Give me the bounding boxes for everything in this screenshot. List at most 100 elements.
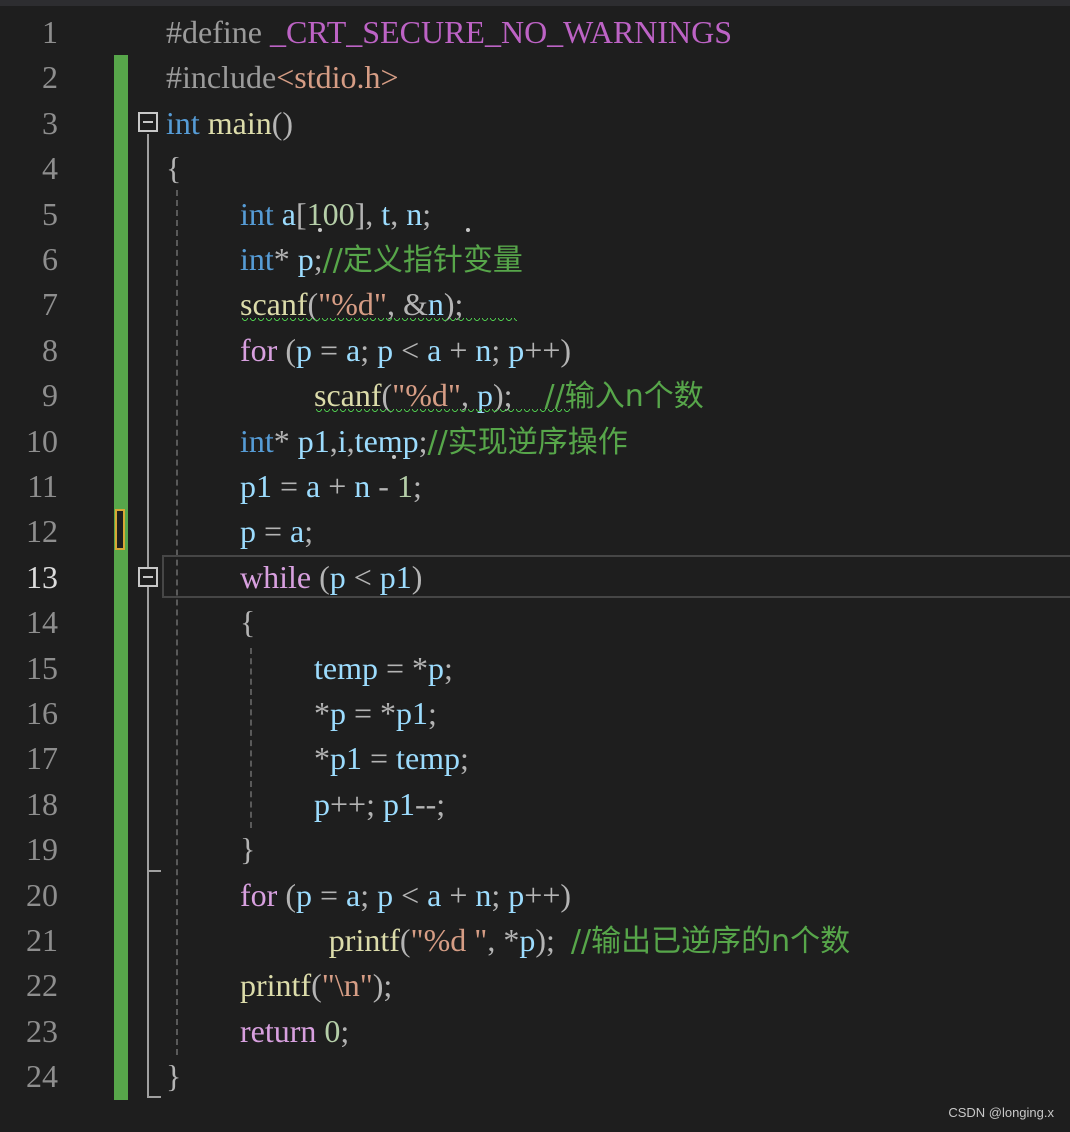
code-token: a bbox=[306, 468, 321, 504]
code-token: printf bbox=[240, 967, 312, 1004]
code-token: 100 bbox=[306, 195, 355, 232]
code-token: ++) bbox=[524, 331, 572, 368]
collapse-main-icon[interactable] bbox=[138, 112, 158, 132]
code-token: < bbox=[345, 558, 380, 595]
code-token: ); bbox=[372, 967, 393, 1004]
code-line[interactable]: { bbox=[240, 600, 255, 645]
code-token: while bbox=[240, 558, 312, 595]
code-token: _CRT_SECURE_NO_WARNINGS bbox=[269, 14, 733, 50]
code-token: ++) bbox=[524, 876, 572, 913]
code-token: ++; bbox=[330, 785, 383, 822]
code-token: p bbox=[330, 695, 346, 731]
code-line[interactable]: p++; p1--; bbox=[314, 782, 445, 827]
code-line[interactable]: #include<stdio.h> bbox=[166, 55, 399, 100]
code-token: p bbox=[240, 513, 256, 550]
code-token: p bbox=[377, 876, 394, 913]
line-number: 24 bbox=[26, 1058, 58, 1095]
code-token: p1 bbox=[379, 558, 412, 595]
code-token: a bbox=[427, 331, 442, 368]
code-token: scanf bbox=[240, 286, 308, 323]
code-token: * bbox=[273, 241, 298, 277]
code-token: * bbox=[273, 422, 298, 459]
code-token: + bbox=[320, 468, 355, 504]
code-line[interactable]: p = a; bbox=[240, 509, 313, 554]
code-token: ) bbox=[411, 558, 423, 595]
code-token: p bbox=[295, 876, 312, 913]
code-line[interactable]: *p = *p1; bbox=[314, 691, 437, 736]
code-token: { bbox=[166, 150, 182, 187]
line-number: 11 bbox=[27, 468, 58, 504]
code-line[interactable]: printf("%d ", *p); //输出已逆序的n个数 bbox=[329, 918, 850, 964]
code-token: , bbox=[460, 377, 477, 414]
code-token: = bbox=[362, 740, 397, 777]
code-token: p bbox=[476, 377, 493, 414]
code-token: ); bbox=[443, 286, 464, 323]
line-number: 21 bbox=[26, 922, 58, 958]
code-token: p bbox=[295, 331, 312, 368]
code-token: a bbox=[346, 331, 361, 368]
code-token: ; bbox=[491, 331, 509, 368]
code-line[interactable]: } bbox=[240, 827, 255, 872]
line-number: 6 bbox=[42, 241, 58, 277]
code-token: for bbox=[240, 876, 278, 913]
code-token: a bbox=[346, 876, 361, 913]
line-number: 7 bbox=[42, 286, 58, 323]
code-token: ; bbox=[412, 468, 422, 504]
unused-variable-dot bbox=[318, 228, 322, 232]
code-token: ; bbox=[418, 422, 428, 459]
code-token: int bbox=[240, 422, 274, 459]
code-token: ; bbox=[304, 513, 314, 550]
code-token: ; bbox=[340, 1012, 350, 1049]
code-token: ; bbox=[444, 649, 453, 686]
code-token: } bbox=[240, 831, 256, 868]
line-number: 10 bbox=[26, 422, 58, 459]
code-token: --; bbox=[414, 785, 446, 822]
code-token: p bbox=[508, 331, 525, 368]
code-line[interactable]: int main() bbox=[166, 101, 293, 146]
indent-guide bbox=[176, 190, 178, 1055]
code-line[interactable]: { bbox=[166, 146, 181, 191]
code-token: p1 bbox=[382, 785, 415, 822]
code-token: + bbox=[441, 331, 476, 368]
code-line[interactable]: p1 = a + n - 1; bbox=[240, 464, 422, 509]
code-line[interactable]: printf("\n"); bbox=[240, 963, 392, 1008]
code-line[interactable]: } bbox=[166, 1054, 181, 1099]
code-token: ( bbox=[381, 377, 393, 414]
code-token: p bbox=[428, 649, 445, 686]
line-number: 12 bbox=[26, 513, 58, 550]
code-token: p bbox=[519, 922, 536, 958]
code-token: < bbox=[393, 876, 428, 913]
code-token: for bbox=[240, 331, 278, 368]
code-token: int bbox=[166, 104, 200, 141]
code-token: "%d" bbox=[318, 286, 387, 323]
code-line[interactable]: for (p = a; p < a + n; p++) bbox=[240, 328, 571, 373]
code-token: n bbox=[427, 286, 444, 323]
code-token: ], bbox=[354, 195, 382, 232]
code-line[interactable]: #define _CRT_SECURE_NO_WARNINGS bbox=[166, 10, 732, 55]
code-token: main bbox=[207, 104, 272, 141]
code-line[interactable]: *p1 = temp; bbox=[314, 736, 469, 781]
code-token: < bbox=[393, 331, 428, 368]
code-line[interactable]: return 0; bbox=[240, 1009, 349, 1054]
code-token: "%d" bbox=[392, 377, 461, 414]
code-line[interactable]: for (p = a; p < a + n; p++) bbox=[240, 873, 571, 918]
collapse-while-icon[interactable] bbox=[138, 567, 158, 587]
code-token: ( bbox=[277, 876, 296, 913]
line-number: 1 bbox=[42, 14, 58, 50]
code-token: a bbox=[281, 195, 296, 232]
code-line[interactable]: int* p1,i,temp;//实现逆序操作 bbox=[240, 419, 628, 465]
code-token: , * bbox=[487, 922, 520, 958]
line-number: 4 bbox=[42, 150, 58, 187]
line-number: 15 bbox=[26, 649, 58, 686]
code-token: p bbox=[508, 876, 525, 913]
line-number: 5 bbox=[42, 195, 58, 232]
code-line[interactable]: while (p < p1) bbox=[240, 555, 422, 600]
code-line[interactable]: temp = *p; bbox=[314, 646, 453, 691]
code-token: 0 bbox=[324, 1012, 341, 1049]
code-line[interactable]: int a[100], t, n; bbox=[240, 192, 431, 237]
line-number: 23 bbox=[26, 1012, 58, 1049]
code-token: p1 bbox=[330, 740, 362, 777]
code-line[interactable]: int* p;//定义指针变量 bbox=[240, 237, 523, 283]
